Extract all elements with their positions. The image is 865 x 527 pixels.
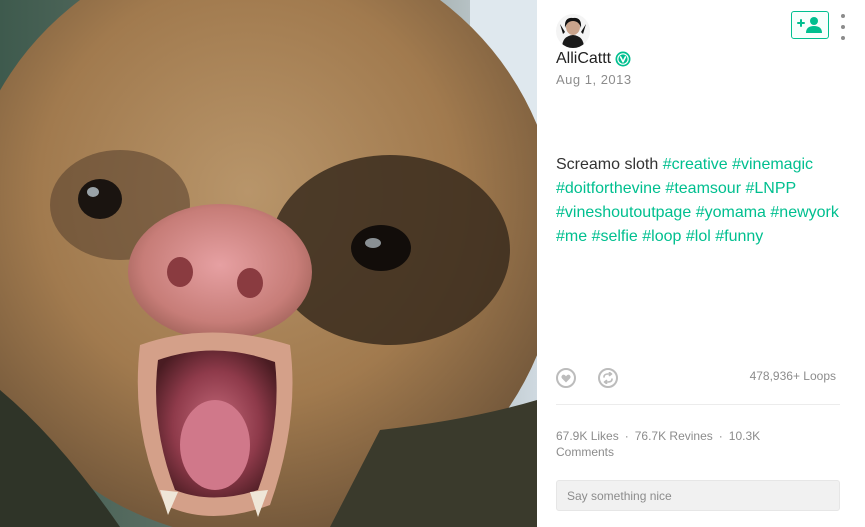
post-caption: Screamo sloth #creative #vinemagic #doit… [556,153,846,249]
hashtag-link[interactable]: #funny [715,228,763,245]
hashtag-link[interactable]: #doitforthevine [556,180,661,197]
hashtag-link[interactable]: #teamsour [665,180,741,197]
post-date: Aug 1, 2013 [556,72,632,87]
username[interactable]: AlliCattt [556,50,611,68]
hashtag-link[interactable]: #newyork [770,204,838,221]
add-person-icon [797,17,822,33]
post-details-panel: AlliCattt Aug 1, 2013 Screamo sloth #cre… [537,0,865,527]
video-player[interactable] [0,0,537,527]
comment-box [556,480,840,511]
hashtag-link[interactable]: #vineshoutoutpage [556,204,691,221]
loop-count: 478,936+ Loops [749,369,836,383]
sloth-video-frame [0,0,537,527]
more-vertical-icon-dot [841,25,845,29]
vine-post-view: AlliCattt Aug 1, 2013 Screamo sloth #cre… [0,0,865,527]
more-options-button[interactable] [837,14,849,40]
separator-dot: · [718,429,723,443]
avatar-image [556,14,590,48]
avatar[interactable] [556,14,590,48]
separator-dot: · [624,429,629,443]
more-vertical-icon-dot [841,14,845,18]
divider [556,404,840,405]
revines-count[interactable]: 76.7K Revines [635,429,713,443]
verified-badge-icon [615,51,631,67]
comment-input[interactable] [565,487,831,504]
likes-count[interactable]: 67.9K Likes [556,429,619,443]
follow-button[interactable] [791,11,829,39]
revine-icon [603,372,613,384]
more-vertical-icon-dot [841,36,845,40]
hashtag-link[interactable]: #yomama [696,204,766,221]
hashtag-link[interactable]: #creative [663,156,728,173]
hashtag-link[interactable]: #selfie [592,228,638,245]
like-button[interactable] [556,368,576,388]
caption-text: Screamo sloth [556,156,659,173]
hashtag-link[interactable]: #lol [686,228,711,245]
hashtag-link[interactable]: #LNPP [745,180,795,197]
revine-button[interactable] [598,368,618,388]
hashtag-link[interactable]: #loop [642,228,681,245]
username-row: AlliCattt [556,49,631,69]
hashtag-link[interactable]: #me [556,228,587,245]
engagement-stats: 67.9K Likes · 76.7K Revines · 10.3K Comments [556,428,816,460]
hashtag-link[interactable]: #vinemagic [732,156,813,173]
heart-icon [561,374,571,382]
